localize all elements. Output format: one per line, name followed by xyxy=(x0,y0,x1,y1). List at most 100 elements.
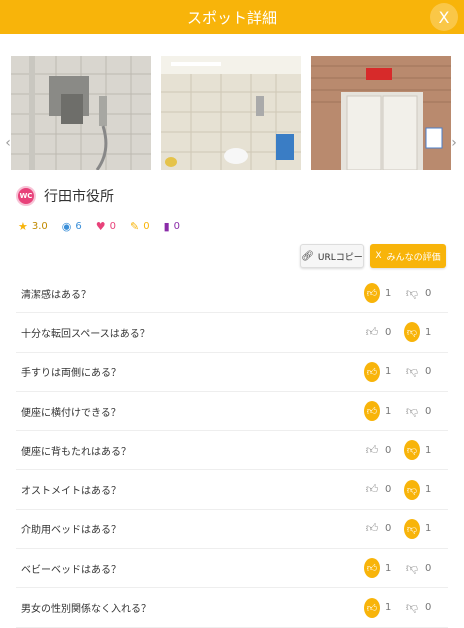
thumbs-down-icon: 👎︎ xyxy=(404,479,420,500)
url-copy-button[interactable]: 🔗︎ URLコピー xyxy=(300,244,364,268)
star-icon: ★ xyxy=(18,220,28,233)
thumbs-down-icon: 👎︎ xyxy=(405,364,419,379)
question-row: ベビーベッドはある？ 👍︎ 1 👎︎ 0 xyxy=(16,549,448,589)
bookmark-icon: ▮ xyxy=(163,220,170,233)
thumbs-up-button[interactable]: 👍︎ 0 xyxy=(364,521,404,537)
thumbs-down-button[interactable]: 👎︎ 0 xyxy=(404,285,444,301)
vote-group: 👍︎ 0 👎︎ 1 xyxy=(364,479,444,500)
thumbs-up-icon: 👍︎ xyxy=(365,482,379,497)
spot-name: 行田市役所 xyxy=(44,189,114,205)
vote-group: 👍︎ 0 👎︎ 1 xyxy=(364,322,444,343)
thumbs-up-button[interactable]: 👍︎ 1 xyxy=(364,401,404,422)
thumbs-down-icon: 👎︎ xyxy=(405,560,419,575)
thumbs-down-button[interactable]: 👎︎ 1 xyxy=(404,440,444,461)
down-count: 0 xyxy=(425,562,432,574)
evaluate-button[interactable]: X みんなの評価 xyxy=(370,244,446,268)
question-text: 十分な転回スペースはある？ xyxy=(21,328,150,340)
link-icon: 🔗︎ xyxy=(301,250,314,262)
thumbs-up-button[interactable]: 👍︎ 0 xyxy=(364,324,404,340)
chevron-right-icon[interactable]: › xyxy=(448,134,460,152)
down-count: 1 xyxy=(425,523,432,535)
photo-gallery[interactable]: ‹ › xyxy=(0,34,464,176)
gallery-photo-1[interactable] xyxy=(11,56,151,170)
thumbs-down-button[interactable]: 👎︎ 0 xyxy=(404,600,444,616)
question-text: 介助用ベッドはある？ xyxy=(21,525,121,537)
vote-group: 👍︎ 1 👎︎ 0 xyxy=(364,597,444,618)
thumbs-up-button[interactable]: 👍︎ 1 xyxy=(364,361,404,382)
close-icon: X xyxy=(375,251,382,261)
likes-stat[interactable]: ♥ 0 xyxy=(96,220,116,233)
views-value: 6 xyxy=(75,221,82,232)
down-count: 0 xyxy=(425,366,432,378)
thumbs-down-button[interactable]: 👎︎ 1 xyxy=(404,322,444,343)
page-title: スポット詳細 xyxy=(186,8,277,27)
down-count: 1 xyxy=(425,444,432,456)
evaluate-label: みんなの評価 xyxy=(386,252,441,263)
thumbs-up-button[interactable]: 👍︎ 1 xyxy=(364,597,404,618)
thumbs-up-icon: 👍︎ xyxy=(364,401,380,422)
question-row: 介助用ベッドはある？ 👍︎ 0 👎︎ 1 xyxy=(16,510,448,550)
up-count: 0 xyxy=(385,326,392,338)
question-text: 手すりは両側にある？ xyxy=(21,368,121,380)
thumbs-up-icon: 👍︎ xyxy=(364,361,380,382)
up-count: 0 xyxy=(385,484,392,496)
reviews-stat[interactable]: ✎ 0 xyxy=(130,220,150,233)
thumbs-up-button[interactable]: 👍︎ 1 xyxy=(364,283,404,304)
url-copy-label: URLコピー xyxy=(317,252,363,263)
gallery-photo-2[interactable] xyxy=(161,56,301,170)
spot-stats: ★ 3.0 ◉ 6 ♥ 0 ✎ 0 ▮ 0 xyxy=(18,220,194,233)
question-row: 手すりは両側にある？ 👍︎ 1 👎︎ 0 xyxy=(16,353,448,392)
bookmarks-stat[interactable]: ▮ 0 xyxy=(164,220,180,233)
header-bar: スポット詳細 X xyxy=(0,0,464,34)
question-list: 清潔感はある？ 👍︎ 1 👎︎ 0 十分な転回スペースはある？ 👍︎ 0 👎︎ … xyxy=(16,274,448,628)
up-count: 1 xyxy=(385,366,392,378)
gallery-photo-3[interactable] xyxy=(311,56,451,170)
close-button[interactable]: X xyxy=(430,3,458,31)
question-text: 男女の性別関係なく入れる？ xyxy=(21,604,151,616)
question-text: 清潔感はある？ xyxy=(21,289,91,301)
vote-group: 👍︎ 1 👎︎ 0 xyxy=(364,361,444,382)
question-row: 清潔感はある？ 👍︎ 1 👎︎ 0 xyxy=(16,274,448,314)
rating-stat: ★ 3.0 xyxy=(18,220,48,233)
thumbs-down-button[interactable]: 👎︎ 1 xyxy=(404,479,444,500)
down-count: 1 xyxy=(425,326,432,338)
eye-icon: ◉ xyxy=(61,220,72,233)
thumbs-up-icon: 👍︎ xyxy=(364,283,380,304)
bookmarks-value: 0 xyxy=(173,221,181,232)
down-count: 1 xyxy=(425,484,432,496)
vote-group: 👍︎ 1 👎︎ 0 xyxy=(364,558,444,579)
question-text: オストメイトはある？ xyxy=(21,486,121,498)
wc-logo-icon: WC xyxy=(16,186,36,206)
up-count: 1 xyxy=(385,287,392,299)
question-text: 便座に背もたれはある？ xyxy=(21,446,131,458)
close-icon: X xyxy=(438,7,450,27)
thumbs-down-icon: 👎︎ xyxy=(405,403,419,418)
thumbs-down-button[interactable]: 👎︎ 0 xyxy=(404,364,444,380)
thumbs-down-icon: 👎︎ xyxy=(404,440,420,461)
thumbs-down-icon: 👎︎ xyxy=(405,600,419,615)
thumbs-down-button[interactable]: 👎︎ 1 xyxy=(404,518,444,539)
question-row: オストメイトはある？ 👍︎ 0 👎︎ 1 xyxy=(16,470,448,510)
thumbs-up-icon: 👍︎ xyxy=(365,521,379,536)
thumbs-up-button[interactable]: 👍︎ 0 xyxy=(364,482,404,498)
question-row: 十分な転回スペースはある？ 👍︎ 0 👎︎ 1 xyxy=(16,313,448,353)
up-count: 0 xyxy=(385,444,392,456)
thumbs-up-button[interactable]: 👍︎ 0 xyxy=(364,442,404,458)
heart-icon: ♥ xyxy=(95,220,106,233)
thumbs-down-icon: 👎︎ xyxy=(405,285,419,300)
vote-group: 👍︎ 0 👎︎ 1 xyxy=(364,440,444,461)
thumbs-down-button[interactable]: 👎︎ 0 xyxy=(404,560,444,576)
vote-group: 👍︎ 0 👎︎ 1 xyxy=(364,518,444,539)
vote-group: 👍︎ 1 👎︎ 0 xyxy=(364,283,444,304)
rating-value: 3.0 xyxy=(31,221,48,232)
likes-value: 0 xyxy=(109,221,117,232)
down-count: 0 xyxy=(425,602,432,614)
question-row: 便座に横付けできる？ 👍︎ 1 👎︎ 0 xyxy=(16,392,448,432)
thumbs-up-button[interactable]: 👍︎ 1 xyxy=(364,558,404,579)
reviews-value: 0 xyxy=(143,221,150,232)
thumbs-up-icon: 👍︎ xyxy=(365,442,379,457)
thumbs-up-icon: 👍︎ xyxy=(365,324,379,339)
spot-detail-panel: WC 行田市役所 ★ 3.0 ◉ 6 ♥ 0 ✎ 0 ▮ 0 🔗︎ URLコピー… xyxy=(0,176,464,628)
vote-group: 👍︎ 1 👎︎ 0 xyxy=(364,401,444,422)
thumbs-down-button[interactable]: 👎︎ 0 xyxy=(404,403,444,419)
